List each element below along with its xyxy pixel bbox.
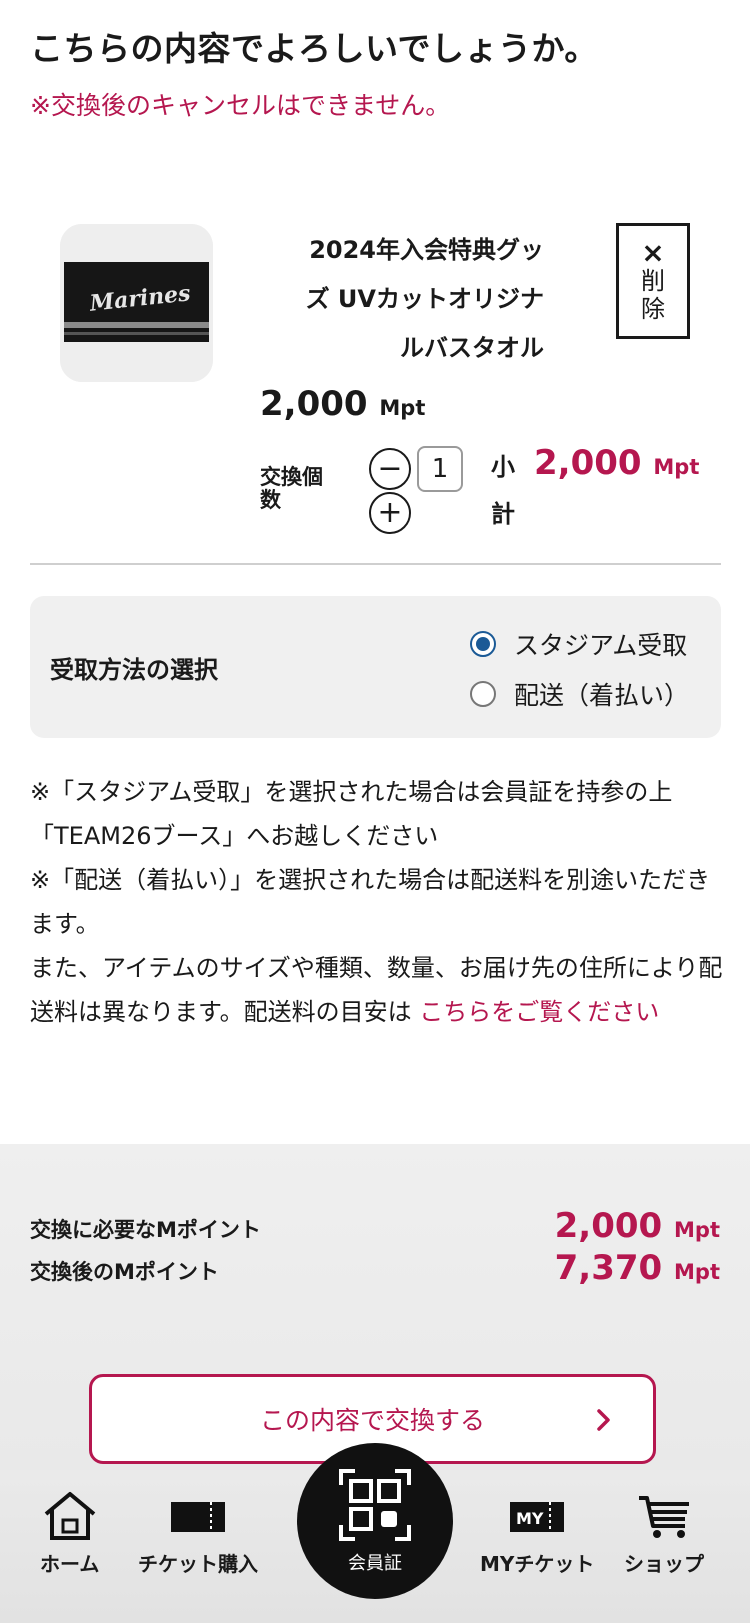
product-name: 2024年入会特典グッ ズ UVカットオリジナ ルバスタオル [252,226,544,373]
quantity-plus-button[interactable]: + [369,492,411,534]
required-points-row: 交換に必要なMポイント 2,000 Mpt [30,1206,720,1246]
exchange-button-label: この内容で交換する [259,1406,485,1435]
notes: ※「スタジアム受取」を選択された場合は会員証を持参の上「TEAM26ブース」へお… [30,770,725,1034]
plus-icon: + [377,495,403,530]
note-shipping-fee: また、アイテムのサイズや種類、数量、お届け先の住所により配送料は異なります。配送… [30,946,725,1034]
after-points-amount: 7,370 Mpt [555,1248,720,1288]
nav-member-card[interactable]: 会員証 [297,1443,453,1599]
nav-home[interactable]: ホーム [40,1490,99,1577]
nav-member-label: 会員証 [348,1553,402,1574]
ticket-icon [171,1502,225,1532]
nav-ticket-label: チケット購入 [138,1552,258,1576]
page-heading: こちらの内容でよろしいでしょうか。 [30,29,598,68]
quantity-label: 交換個数 [260,465,323,512]
cancel-warning: ※交換後のキャンセルはできません。 [30,91,451,120]
my-ticket-icon-text: MY [516,1509,544,1528]
quantity-minus-button[interactable]: − [369,448,411,490]
after-points-value: 7,370 [554,1248,663,1288]
product-price-unit: Mpt [379,396,426,420]
subtotal-label: 小計 [491,453,515,528]
nav-home-label: ホーム [40,1552,100,1576]
nav-ticket[interactable]: チケット購入 [138,1490,258,1577]
minus-icon: − [377,451,403,486]
nav-myticket[interactable]: MY MYチケット [480,1490,594,1577]
chevron-right-icon [597,1409,610,1431]
cart-icon [639,1496,689,1538]
required-points-amount: 2,000 Mpt [555,1206,720,1246]
after-points-row: 交換後のMポイント 7,370 Mpt [30,1248,720,1288]
after-points-label: 交換後のMポイント [30,1260,219,1284]
quantity-input[interactable] [417,446,463,492]
radio-stadium-pickup[interactable]: スタジアム受取 [470,626,687,662]
product-image: Marines [60,224,213,382]
subtotal-amount: 2,000 Mpt [534,443,699,483]
subtotal-unit: Mpt [653,455,700,479]
radio-icon-unselected[interactable] [470,681,496,707]
nav-shop[interactable]: ショップ [624,1490,704,1577]
note-delivery: ※「配送（着払い）」を選択された場合は配送料を別途いただきます。 [30,866,711,938]
divider [30,563,721,565]
qr-code-icon [339,1469,411,1541]
radio-delivery-label: 配送（着払い） [514,681,690,710]
nav-shop-label: ショップ [624,1552,704,1576]
note-stadium: ※「スタジアム受取」を選択された場合は会員証を持参の上「TEAM26ブース」へお… [30,778,673,850]
radio-delivery[interactable]: 配送（着払い） [470,676,689,712]
required-points-value: 2,000 [554,1206,663,1246]
delete-label-2: 除 [641,295,665,323]
home-icon [44,1492,95,1540]
delete-button[interactable]: × 削 除 [616,223,690,339]
delete-label-1: 削 [641,267,665,295]
receive-method-box: 受取方法の選択 スタジアム受取 配送（着払い） [30,596,721,738]
product-price-value: 2,000 [260,384,368,424]
receive-method-title: 受取方法の選択 [50,656,218,684]
subtotal-value: 2,000 [534,443,642,483]
close-icon: × [641,236,665,269]
after-points-unit: Mpt [674,1260,720,1284]
my-ticket-icon: MY [510,1502,565,1532]
required-points-label: 交換に必要なMポイント [30,1218,261,1242]
shipping-fee-link[interactable]: こちらをご覧ください [419,998,659,1026]
radio-icon-selected[interactable] [470,631,496,657]
product-price: 2,000 Mpt [260,384,425,424]
radio-stadium-pickup-label: スタジアム受取 [514,631,688,660]
product-name-line-2: ズ UVカットオリジナ [305,285,544,313]
nav-myticket-label: MYチケット [480,1552,595,1576]
product-name-line-1: 2024年入会特典グッ [309,236,544,264]
product-name-line-3: ルバスタオル [400,334,544,362]
required-points-unit: Mpt [674,1218,720,1242]
